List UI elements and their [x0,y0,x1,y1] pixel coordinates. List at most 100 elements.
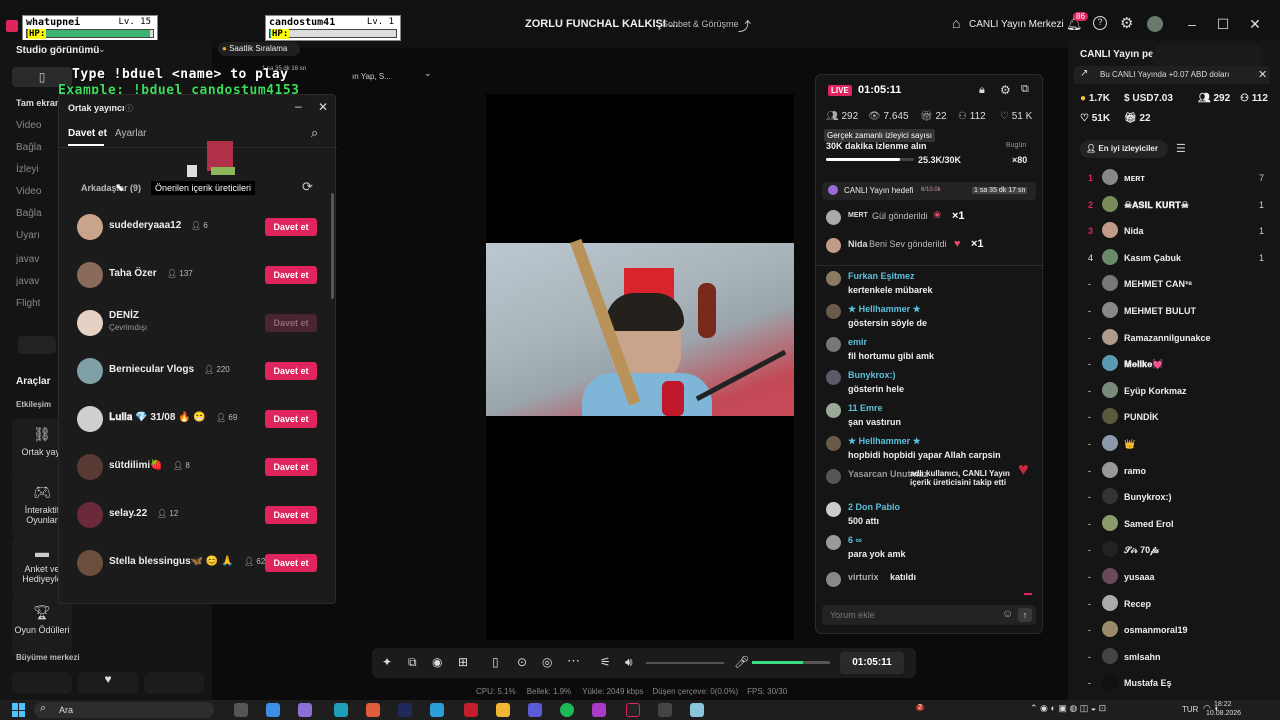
close-window-icon[interactable]: ✕ [1245,14,1265,34]
video-preview[interactable] [486,94,794,640]
friend-name[interactable]: selay.22 [109,508,147,519]
store-icon[interactable] [266,703,280,717]
emoji-icon[interactable]: ☺ [1002,608,1013,620]
viewer-row[interactable]: 4 Kasım Çabuk 1 [1078,248,1268,270]
viewer-name[interactable]: Bunykrox:) [1124,492,1172,502]
viewer-row[interactable]: - Samed Erol [1078,514,1268,536]
invite-button[interactable]: Davet et [265,410,317,428]
friend-name[interactable]: sudederyaaa12 [109,220,181,231]
avatar[interactable] [77,310,103,336]
avatar[interactable] [826,572,841,587]
avatar[interactable] [77,502,103,528]
viewer-name[interactable]: ramo [1124,466,1146,476]
app-icon[interactable] [366,703,380,717]
avatar[interactable] [1102,169,1118,185]
speaker-icon[interactable]: 🔊︎ [625,655,633,670]
avatar[interactable] [1102,621,1118,638]
avatar[interactable] [826,271,841,286]
gift-user[interactable]: Nida [848,239,868,249]
chat-username[interactable]: emir [848,337,867,347]
avatar[interactable] [1102,381,1118,398]
invite-button[interactable]: Davet et [265,458,317,476]
avatar[interactable] [1102,568,1118,584]
friend-name[interactable]: Berniecular Vlogs [109,364,194,375]
avatar[interactable] [1102,488,1118,505]
settings-gear-icon[interactable]: ⚙ [1000,83,1011,97]
add-source-button[interactable] [18,336,56,354]
mic-volume-slider[interactable] [752,661,830,664]
viewer-name[interactable]: MEHMET CAN³⁸ [1124,279,1192,289]
source-item[interactable]: javav [16,254,39,265]
avatar[interactable] [1102,461,1118,478]
maximize-icon[interactable]: ☐ [1213,14,1233,34]
camera-icon[interactable]: ◉ [432,655,442,669]
viewer-name[interactable]: MEHMET BULUT [1124,306,1196,316]
avatar[interactable] [1102,275,1118,292]
invite-button[interactable]: Davet et [265,506,317,524]
edge-icon[interactable] [334,703,348,717]
app-icon[interactable] [464,703,478,717]
viewer-row[interactable]: - Bunykrox:) [1078,487,1268,509]
avatar[interactable] [1102,222,1118,239]
settings-gear-icon[interactable]: ⚙ [1120,14,1133,32]
tiktok-icon[interactable] [626,703,640,717]
viewer-row[interactable]: - smlsahn [1078,647,1268,669]
more-icon[interactable]: ⋯ [567,653,580,669]
viewer-name[interactable]: ☠𝐀𝐒𝐈𝐋 𝐊𝐔𝐑𝐓☠ [1124,200,1189,211]
avatar[interactable] [77,454,103,480]
chat-username[interactable]: virturix [848,572,879,582]
avatar[interactable] [826,535,841,550]
chat-username[interactable]: 11 Emre [848,403,883,413]
avatar[interactable] [1102,328,1118,345]
viewer-row[interactable]: - 𝒮𝒾𝓇 70𝒻𝒶 [1078,540,1268,562]
viewer-row[interactable]: - yusaaa [1078,567,1268,589]
viewer-name[interactable]: ᴍᴇʀᴛ [1124,173,1145,183]
app-icon[interactable] [398,703,412,717]
friend-name[interactable]: DENİZ [109,310,139,321]
growth-tool[interactable] [144,672,204,694]
viewer-name[interactable]: Eyüp Korkmaz [1124,386,1187,396]
avatar[interactable] [77,550,103,576]
app-icon[interactable] [690,703,704,717]
viewer-name[interactable]: smlsahn [1124,652,1161,662]
source-item[interactable]: Video [16,186,41,197]
avatar[interactable] [826,502,841,517]
viewer-row[interactable]: 3 Nida 1 [1078,221,1268,243]
windows-start-icon[interactable] [12,703,26,717]
layout-icon[interactable]: ⧉ [408,655,417,670]
avatar[interactable] [826,403,841,418]
growth-tool[interactable] [12,672,72,694]
avatar[interactable] [826,337,841,352]
avatar[interactable] [1102,541,1118,558]
tab-top-viewers[interactable]: 👤︎ En iyi izleyiciler [1080,140,1168,158]
viewer-name[interactable]: Kasım Çabuk [1124,253,1181,263]
minimize-icon[interactable]: – [1182,14,1202,34]
viewer-name[interactable]: Mustafa Eş [1124,678,1172,688]
clock-date[interactable]: 10.08.2026 [1206,710,1241,717]
close-popup-icon[interactable]: ✕ [318,100,328,114]
focus-icon[interactable]: ◎ [542,655,552,669]
viewer-row[interactable]: - 𝐌𝐞𝐥𝐢𝐤𝐞💓 [1078,354,1268,376]
taskbar-search[interactable]: ⌕ Ara [34,702,214,718]
invite-button[interactable]: Davet et [265,362,317,380]
invite-button[interactable]: Davet et [265,314,317,332]
source-item[interactable]: İzleyi [16,164,39,175]
avatar[interactable] [1102,408,1118,425]
avatar[interactable] [1102,195,1118,212]
source-item[interactable]: Video [16,120,41,131]
copilot-icon[interactable] [298,703,312,717]
hourly-ranking-pill[interactable]: ● Saatlik Sıralama [218,42,300,56]
gift-user[interactable]: MERT [848,212,868,219]
avatar[interactable] [1102,435,1118,451]
friend-name[interactable]: Taha Özer [109,268,157,279]
viewer-row[interactable]: 2 ☠𝐀𝐒𝐈𝐋 𝐊𝐔𝐑𝐓☠ 1 [1078,195,1268,217]
avatar[interactable] [77,214,103,240]
app-icon[interactable] [528,703,542,717]
avatar[interactable] [826,370,841,385]
viewer-name[interactable]: 𝒮𝒾𝓇 70𝒻𝒶 [1124,545,1159,556]
avatar[interactable] [1102,674,1118,691]
chevron-down-icon[interactable]: ⌄ [424,68,432,79]
add-scene-icon[interactable]: ⊞ [458,655,468,669]
chat-username[interactable]: ★ Hellhammer ★ [848,304,921,315]
chat-username[interactable]: ★ Hellhammer ★ [848,436,921,447]
